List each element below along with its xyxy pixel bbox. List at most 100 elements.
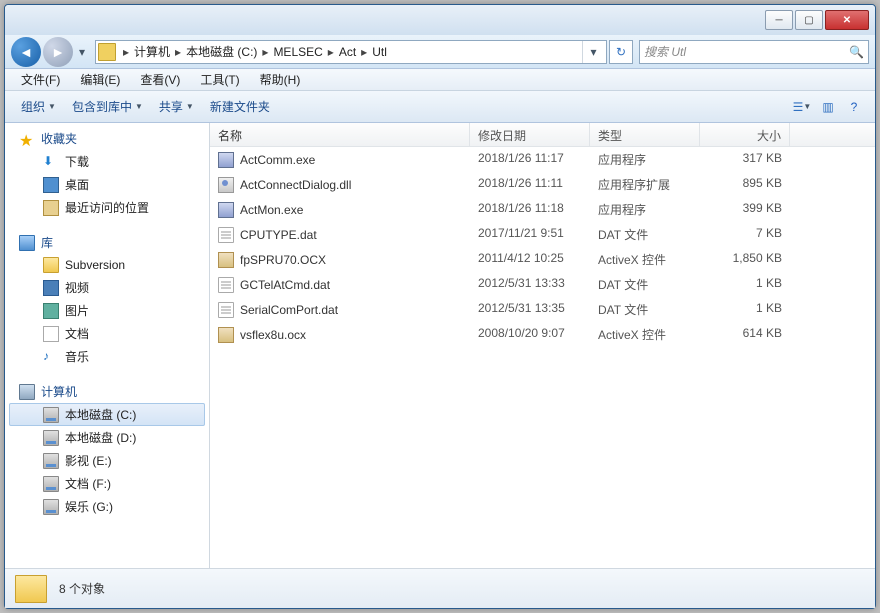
file-row[interactable]: ActMon.exe2018/1/26 11:18应用程序399 KB xyxy=(210,197,875,222)
chevron-down-icon: ▼ xyxy=(186,102,194,111)
maximize-button[interactable]: ▢ xyxy=(795,10,823,30)
dat-icon xyxy=(218,227,234,243)
file-list[interactable]: ActComm.exe2018/1/26 11:17应用程序317 KBActC… xyxy=(210,147,875,568)
file-row[interactable]: GCTelAtCmd.dat2012/5/31 13:33DAT 文件1 KB xyxy=(210,272,875,297)
share-button[interactable]: 共享▼ xyxy=(151,94,202,119)
file-type: 应用程序 xyxy=(590,149,700,170)
menu-tools[interactable]: 工具(T) xyxy=(190,69,249,90)
libraries-header[interactable]: 库 xyxy=(5,231,209,254)
breadcrumb-item[interactable]: 计算机 xyxy=(132,43,172,60)
help-button[interactable]: ? xyxy=(841,95,867,119)
computer-header[interactable]: 计算机 xyxy=(5,380,209,403)
search-input[interactable]: 搜索 Utl 🔍 xyxy=(639,40,869,64)
drive-icon xyxy=(43,430,59,446)
file-name: fpSPRU70.OCX xyxy=(240,253,326,267)
computer-group: 计算机 本地磁盘 (C:) 本地磁盘 (D:) 影视 (E:) 文档 (F:) … xyxy=(5,380,209,518)
nav-history-dropdown[interactable]: ▾ xyxy=(75,39,89,65)
include-library-button[interactable]: 包含到库中▼ xyxy=(64,94,151,119)
sidebar-item-drive-e[interactable]: 影视 (E:) xyxy=(5,449,209,472)
favorites-header[interactable]: ★ 收藏夹 xyxy=(5,127,209,150)
column-modified[interactable]: 修改日期 xyxy=(470,123,590,146)
breadcrumb-item[interactable]: 本地磁盘 (C:) xyxy=(184,43,259,60)
sidebar-item-downloads[interactable]: ⬇下载 xyxy=(5,150,209,173)
ocx-icon xyxy=(218,327,234,343)
sidebar-item-videos[interactable]: 视频 xyxy=(5,276,209,299)
sidebar-item-drive-c[interactable]: 本地磁盘 (C:) xyxy=(9,403,205,426)
chevron-right-icon[interactable]: ▸ xyxy=(358,45,370,59)
sidebar-item-drive-f[interactable]: 文档 (F:) xyxy=(5,472,209,495)
folder-icon xyxy=(15,575,47,603)
file-name: ActComm.exe xyxy=(240,153,315,167)
drive-icon xyxy=(43,476,59,492)
breadcrumb-item[interactable]: Act xyxy=(337,45,358,59)
file-row[interactable]: CPUTYPE.dat2017/11/21 9:51DAT 文件7 KB xyxy=(210,222,875,247)
computer-icon xyxy=(19,384,35,400)
dat-icon xyxy=(218,302,234,318)
exe-icon xyxy=(218,202,234,218)
column-size[interactable]: 大小 xyxy=(700,123,790,146)
file-size: 1,850 KB xyxy=(700,249,790,270)
back-button[interactable]: ◄ xyxy=(11,37,41,67)
column-type[interactable]: 类型 xyxy=(590,123,700,146)
column-header: 名称 修改日期 类型 大小 xyxy=(210,123,875,147)
file-type: DAT 文件 xyxy=(590,274,700,295)
file-row[interactable]: vsflex8u.ocx2008/10/20 9:07ActiveX 控件614… xyxy=(210,322,875,347)
file-date: 2018/1/26 11:11 xyxy=(470,174,590,195)
breadcrumb-item[interactable]: MELSEC xyxy=(271,45,324,59)
file-size: 895 KB xyxy=(700,174,790,195)
menu-edit[interactable]: 编辑(E) xyxy=(70,69,130,90)
favorites-group: ★ 收藏夹 ⬇下载 桌面 最近访问的位置 xyxy=(5,127,209,219)
content-area: ★ 收藏夹 ⬇下载 桌面 最近访问的位置 库 Subversion 视频 图片 … xyxy=(5,123,875,568)
file-date: 2017/11/21 9:51 xyxy=(470,224,590,245)
chevron-right-icon[interactable]: ▸ xyxy=(325,45,337,59)
navigation-pane[interactable]: ★ 收藏夹 ⬇下载 桌面 最近访问的位置 库 Subversion 视频 图片 … xyxy=(5,123,210,568)
file-type: ActiveX 控件 xyxy=(590,249,700,270)
file-row[interactable]: ActComm.exe2018/1/26 11:17应用程序317 KB xyxy=(210,147,875,172)
file-size: 614 KB xyxy=(700,324,790,345)
music-icon: ♪ xyxy=(43,349,59,365)
close-button[interactable]: ✕ xyxy=(825,10,869,30)
sidebar-item-desktop[interactable]: 桌面 xyxy=(5,173,209,196)
file-name: ActMon.exe xyxy=(240,203,303,217)
search-icon[interactable]: 🔍 xyxy=(849,45,864,59)
file-row[interactable]: SerialComPort.dat2012/5/31 13:35DAT 文件1 … xyxy=(210,297,875,322)
sidebar-item-drive-g[interactable]: 娱乐 (G:) xyxy=(5,495,209,518)
breadcrumb-item[interactable]: Utl xyxy=(370,45,389,59)
refresh-button[interactable]: ↻ xyxy=(609,40,633,64)
organize-button[interactable]: 组织▼ xyxy=(13,94,64,119)
file-name: GCTelAtCmd.dat xyxy=(240,278,330,292)
file-date: 2012/5/31 13:33 xyxy=(470,274,590,295)
address-dropdown[interactable]: ▾ xyxy=(582,41,604,63)
minimize-button[interactable]: ─ xyxy=(765,10,793,30)
file-row[interactable]: ActConnectDialog.dll2018/1/26 11:11应用程序扩… xyxy=(210,172,875,197)
sidebar-item-music[interactable]: ♪音乐 xyxy=(5,345,209,368)
new-folder-button[interactable]: 新建文件夹 xyxy=(202,94,278,119)
menu-view[interactable]: 查看(V) xyxy=(130,69,190,90)
file-row[interactable]: fpSPRU70.OCX2011/4/12 10:25ActiveX 控件1,8… xyxy=(210,247,875,272)
download-icon: ⬇ xyxy=(43,154,59,170)
chevron-right-icon[interactable]: ▸ xyxy=(172,45,184,59)
column-name[interactable]: 名称 xyxy=(210,123,470,146)
forward-button[interactable]: ► xyxy=(43,37,73,67)
chevron-right-icon[interactable]: ▸ xyxy=(259,45,271,59)
title-bar[interactable]: ─ ▢ ✕ xyxy=(5,5,875,35)
menu-file[interactable]: 文件(F) xyxy=(11,69,70,90)
view-options-button[interactable]: ☰▼ xyxy=(789,95,815,119)
file-date: 2018/1/26 11:17 xyxy=(470,149,590,170)
ocx-icon xyxy=(218,252,234,268)
sidebar-item-pictures[interactable]: 图片 xyxy=(5,299,209,322)
preview-pane-button[interactable]: ▥ xyxy=(815,95,841,119)
menu-help[interactable]: 帮助(H) xyxy=(250,69,311,90)
folder-icon xyxy=(98,43,116,61)
folder-icon xyxy=(43,257,59,273)
sidebar-item-subversion[interactable]: Subversion xyxy=(5,254,209,276)
address-bar[interactable]: ▸ 计算机 ▸ 本地磁盘 (C:) ▸ MELSEC ▸ Act ▸ Utl ▾ xyxy=(95,40,607,64)
chevron-right-icon[interactable]: ▸ xyxy=(120,45,132,59)
sidebar-item-drive-d[interactable]: 本地磁盘 (D:) xyxy=(5,426,209,449)
status-text: 8 个对象 xyxy=(59,580,105,597)
sidebar-item-recent[interactable]: 最近访问的位置 xyxy=(5,196,209,219)
status-bar: 8 个对象 xyxy=(5,568,875,608)
sidebar-item-documents[interactable]: 文档 xyxy=(5,322,209,345)
star-icon: ★ xyxy=(19,131,35,147)
file-type: DAT 文件 xyxy=(590,224,700,245)
